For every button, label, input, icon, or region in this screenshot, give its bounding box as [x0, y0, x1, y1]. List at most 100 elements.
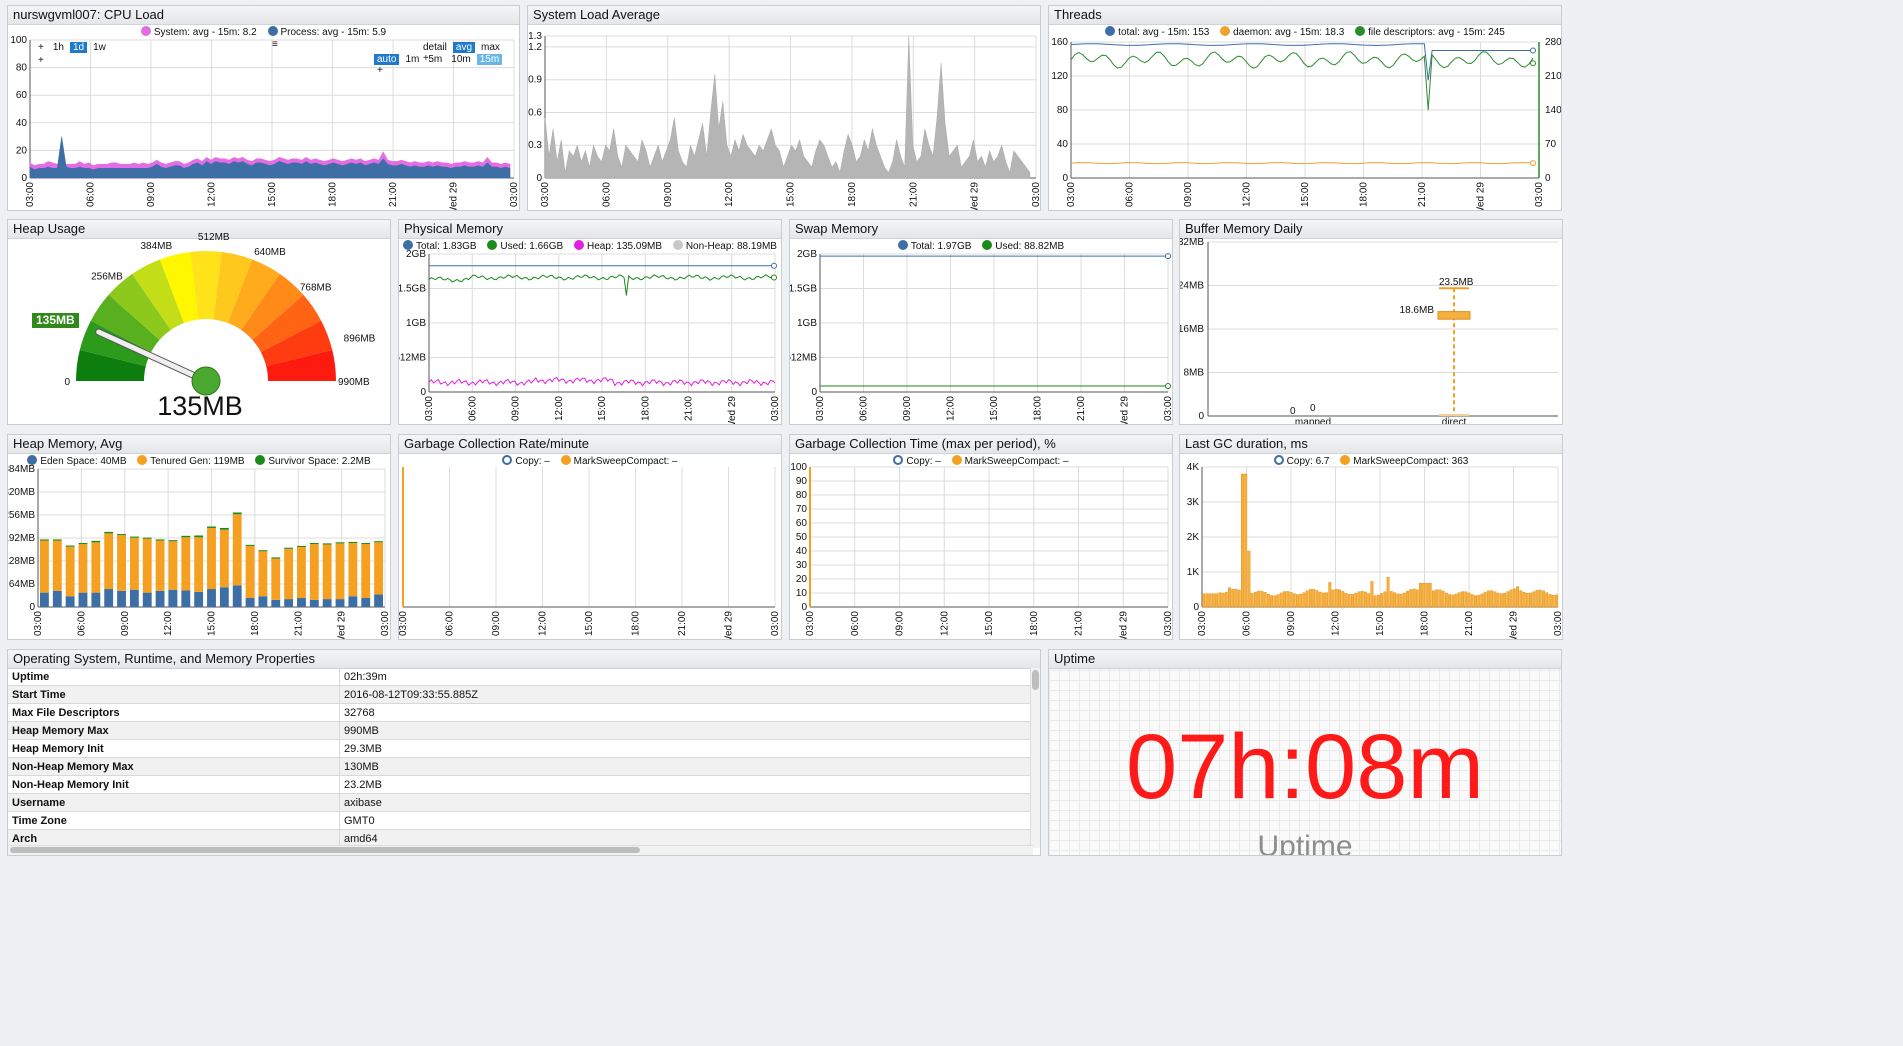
max-button[interactable]: max — [478, 42, 503, 53]
properties-table-wrap[interactable]: Uptime 02h:39m Start Time 2016-08-12T09:33:… — [8, 668, 1033, 846]
gauge-tick-label: 990MB — [338, 377, 370, 388]
stacked-bar-segment — [104, 533, 114, 590]
grid — [809, 466, 1169, 607]
stacked-bar-segment — [335, 543, 345, 600]
gc-duration-bar — [1308, 589, 1312, 608]
gauge-tick-label: 768MB — [300, 283, 332, 294]
gc-duration-bar — [1334, 588, 1338, 608]
last-gc-panel: Last GC duration, ms Copy: 6.7 MarkSweep… — [1179, 434, 1563, 640]
table-row: Non-Heap Memory Init 23.2MB — [8, 775, 1033, 794]
horizontal-scrollbar[interactable] — [8, 845, 1033, 855]
gc-duration-bar — [1351, 594, 1354, 608]
gc-duration-bar — [1535, 590, 1539, 608]
gc-duration-bar — [1341, 591, 1345, 608]
stacked-bar-segment — [168, 589, 178, 607]
gc-duration-bar — [1499, 593, 1503, 608]
property-key: Arch — [8, 829, 340, 846]
gc-duration-bar — [1486, 590, 1490, 608]
interval-5m[interactable]: 5m — [425, 54, 445, 65]
gc-duration-bar — [1454, 593, 1458, 608]
y-tick-label: 0.9 — [528, 75, 542, 86]
x-tick-label: 03:00 — [33, 611, 44, 636]
gc-duration-bar — [1289, 592, 1293, 608]
y-tick-label: 192MB — [7, 533, 35, 544]
stacked-bar-segment — [335, 542, 345, 544]
gauge-tick-label: 512MB — [198, 232, 230, 243]
property-value: 32768 — [339, 703, 1033, 722]
zoom-in-button[interactable]: + — [35, 42, 47, 53]
threads-panel: Threads total: avg - 15m: 153 daemon: av… — [1048, 5, 1562, 211]
y-tick-label: 4K — [1187, 462, 1200, 473]
gc-duration-bar — [1435, 589, 1439, 608]
gc-duration-bar — [1266, 593, 1270, 608]
gc-duration-bar — [1360, 591, 1364, 608]
period-1d[interactable]: 1d — [69, 42, 88, 53]
x-tick-label: 12:00 — [207, 182, 218, 207]
y-tick-label: 1.2 — [528, 42, 542, 53]
add-interval-button[interactable]: + — [374, 65, 386, 76]
period-1w[interactable]: 1w — [90, 42, 109, 53]
table-row: Heap Memory Max 990MB — [8, 721, 1033, 740]
x-tick-label: 18:00 — [1033, 396, 1044, 421]
y-tick-label: 80 — [16, 63, 28, 74]
x-tick-label: 21:00 — [1076, 396, 1087, 421]
property-value: 29.3MB — [339, 739, 1033, 758]
zoom-out-button[interactable]: + — [35, 55, 47, 66]
stacked-bar-segment — [40, 539, 49, 541]
detail-button[interactable]: detail — [420, 42, 450, 53]
gc-rate-panel: Garbage Collection Rate/minute Copy: – M… — [398, 434, 782, 640]
swap-memory-chart: 03:00 06:00 09:00 12:00 15:00 18:00 21:00 Wed 2… — [790, 249, 1172, 424]
x-tick-label: 15:00 — [267, 182, 278, 207]
period-1h[interactable]: 1h — [50, 42, 67, 53]
stacked-bar-segment — [297, 598, 306, 607]
interval-10m[interactable]: 10m — [448, 54, 473, 65]
y-tick-label: 40 — [796, 546, 808, 557]
gc-duration-bar — [1357, 591, 1361, 608]
stacked-bar-segment — [361, 598, 371, 607]
total-threads-line — [1070, 43, 1533, 81]
y-tick-label: 0.6 — [528, 107, 542, 118]
gc-duration-bar — [1551, 595, 1555, 608]
gc-duration-bar — [1296, 594, 1299, 608]
stacked-bar-segment — [322, 544, 332, 600]
gc-duration-bar — [1529, 592, 1532, 608]
stacked-bar-segment — [207, 527, 216, 590]
category-label: mapped — [1295, 417, 1331, 425]
stacked-bar-segment — [40, 592, 49, 607]
gc-duration-bar — [1228, 587, 1231, 608]
stacked-bar-segment — [232, 585, 242, 607]
gc-duration-bar — [1425, 582, 1429, 608]
y-tick-label: 2K — [1187, 532, 1200, 543]
x-tick-label: 12:00 — [538, 611, 549, 636]
gc-duration-bar — [1234, 588, 1238, 608]
vertical-scrollbar[interactable] — [1030, 668, 1040, 848]
x-tick-label: 18:00 — [1420, 611, 1431, 636]
stacked-bar-segment — [322, 599, 332, 607]
gc-duration-bar — [1208, 593, 1212, 608]
y-tick-label: 160 — [1051, 37, 1068, 48]
y-tick-label: 70 — [796, 504, 808, 515]
stacked-bar-segment — [219, 529, 229, 588]
interval-auto[interactable]: auto — [374, 54, 400, 65]
x-tick-label: 18:00 — [640, 396, 651, 421]
stacked-bar-segment — [104, 531, 114, 534]
system-load-chart: 03:00 06:00 09:00 12:00 15:00 18:00 21:00 Wed 2… — [528, 31, 1040, 210]
menu-icon[interactable]: ≡ — [269, 39, 281, 50]
y-tick-label: 100 — [10, 35, 27, 46]
x-tick-label: 06:00 — [467, 396, 478, 421]
x-tick-label: 09:00 — [895, 611, 906, 636]
interval-1m[interactable]: 1m — [402, 54, 422, 65]
y-tick-label: 512MB — [398, 353, 426, 364]
stacked-bar-segment — [117, 535, 126, 591]
avg-button[interactable]: avg — [452, 42, 476, 53]
interval-15m[interactable]: 15m — [476, 54, 503, 65]
interval-controls: auto 1m 5m 10m 15m + — [374, 54, 519, 76]
stacked-bar-segment — [284, 548, 294, 600]
gc-rate-chart: 03:00 06:00 09:00 12:00 15:00 18:00 21:00 Wed 2… — [399, 467, 781, 639]
gc-duration-bar — [1393, 592, 1397, 608]
stacked-bar-segment — [309, 544, 319, 600]
x-tick-label: 21:00 — [1464, 611, 1475, 636]
x-tick-label: 18:00 — [328, 182, 339, 207]
grid — [819, 253, 1169, 392]
gauge-tick-label: 384MB — [140, 241, 172, 252]
